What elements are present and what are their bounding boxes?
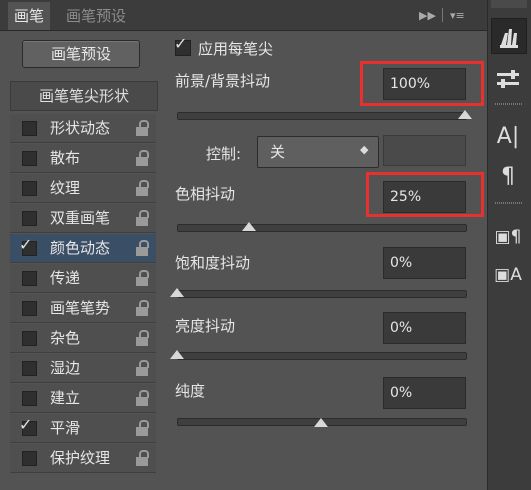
option-label: 传递 [50,269,81,287]
option-checkbox[interactable] [22,451,37,466]
control-value: 关 [270,143,286,161]
brush-option-row[interactable]: ✓ 颜色动态 [10,234,156,263]
option-checkbox[interactable] [22,391,37,406]
paragraph-icon[interactable]: ¶ [491,160,525,194]
tab-divider [442,8,443,22]
hue-jitter-label: 色相抖动 [175,185,236,203]
purity-label: 纯度 [175,382,206,400]
purity-input[interactable]: 0% [383,377,466,409]
brush-tip-shape-item[interactable]: 画笔笔尖形状 [10,81,158,111]
strip-top-cap [491,0,527,8]
panel-menu-icon[interactable]: ▾≡ [450,9,465,22]
brush-option-row[interactable]: ✓ 平滑 [10,414,156,443]
highlight-box [360,61,484,106]
brush-option-row[interactable]: 湿边 [10,354,156,383]
lock-icon[interactable] [136,330,149,346]
option-checkbox[interactable] [22,331,37,346]
brightness-jitter-input[interactable]: 0% [383,312,466,344]
updown-icon: ◆ [360,143,369,156]
brush-option-row[interactable]: 保护纹理 [10,444,156,473]
hue-jitter-slider[interactable] [177,224,467,232]
check-icon: ✓ [19,415,33,434]
brush-option-row[interactable]: 形状动态 [10,114,156,143]
lock-icon[interactable] [136,270,149,286]
lock-icon[interactable] [136,120,149,136]
lock-icon[interactable] [136,210,149,226]
lock-icon[interactable] [136,300,149,316]
option-checkbox[interactable] [22,151,37,166]
check-icon: ✓ [174,34,188,53]
option-label: 形状动态 [50,119,111,137]
saturation-jitter-slider[interactable] [177,290,467,298]
lock-icon[interactable] [136,240,149,256]
option-label: 保护纹理 [50,449,111,467]
option-label: 纹理 [50,179,81,197]
apply-per-tip-label: 应用每笔尖 [198,40,274,58]
brush-option-row[interactable]: 杂色 [10,324,156,353]
saturation-jitter-label: 饱和度抖动 [175,254,251,272]
saturation-jitter-input[interactable]: 0% [383,247,466,279]
brush-option-row[interactable]: 建立 [10,384,156,413]
brightness-jitter-slider[interactable] [177,352,467,360]
brush-option-row[interactable]: 画笔笔势 [10,294,156,323]
option-label: 平滑 [50,419,81,437]
option-checkbox[interactable] [22,181,37,196]
strip-separator [495,202,523,204]
option-label: 颜色动态 [50,239,111,257]
option-checkbox[interactable] [22,271,37,286]
option-label: 湿边 [50,359,81,377]
option-checkbox[interactable] [22,211,37,226]
collapse-icon[interactable]: ▶▶ [419,9,436,22]
option-checkbox[interactable] [22,121,37,136]
option-label: 杂色 [50,329,81,347]
lock-icon[interactable] [136,420,149,436]
lock-icon[interactable] [136,450,149,466]
highlight-box [366,172,484,217]
fg-bg-jitter-label: 前景/背景抖动 [175,72,271,90]
tab-brush[interactable]: 画笔 [8,2,51,30]
tab-brush-presets[interactable]: 画笔预设 [60,2,132,30]
check-icon: ✓ [19,235,33,254]
paragraph-styles-icon[interactable]: ▣¶ [491,220,525,254]
option-label: 建立 [50,389,81,407]
brightness-jitter-thumb[interactable] [170,350,184,359]
option-label: 双重画笔 [50,209,111,227]
hue-jitter-thumb[interactable] [242,222,256,231]
saturation-jitter-thumb[interactable] [170,288,184,297]
brush-option-row[interactable]: 传递 [10,264,156,293]
strip-separator [495,103,523,105]
brush-icon[interactable] [491,18,527,54]
brush-settings-icon[interactable] [491,62,525,96]
control-label: 控制: [206,145,242,163]
lock-icon[interactable] [136,150,149,166]
option-label: 画笔笔势 [50,299,111,317]
option-checkbox[interactable] [22,301,37,316]
control-fade-input [383,135,466,166]
purity-thumb[interactable] [314,418,328,427]
lock-icon[interactable] [136,390,149,406]
brush-presets-button[interactable]: 画笔预设 [22,40,140,68]
character-styles-icon[interactable]: ▣A [491,258,525,292]
fg-bg-jitter-slider[interactable] [177,112,467,120]
lock-icon[interactable] [136,360,149,376]
character-icon[interactable]: A| [491,120,525,154]
brush-option-row[interactable]: 散布 [10,144,156,173]
option-label: 散布 [50,149,81,167]
option-checkbox[interactable] [22,361,37,376]
fg-bg-jitter-thumb[interactable] [458,110,472,119]
lock-icon[interactable] [136,180,149,196]
brush-option-row[interactable]: 双重画笔 [10,204,156,233]
brightness-jitter-label: 亮度抖动 [175,317,236,335]
brush-option-row[interactable]: 纹理 [10,174,156,203]
